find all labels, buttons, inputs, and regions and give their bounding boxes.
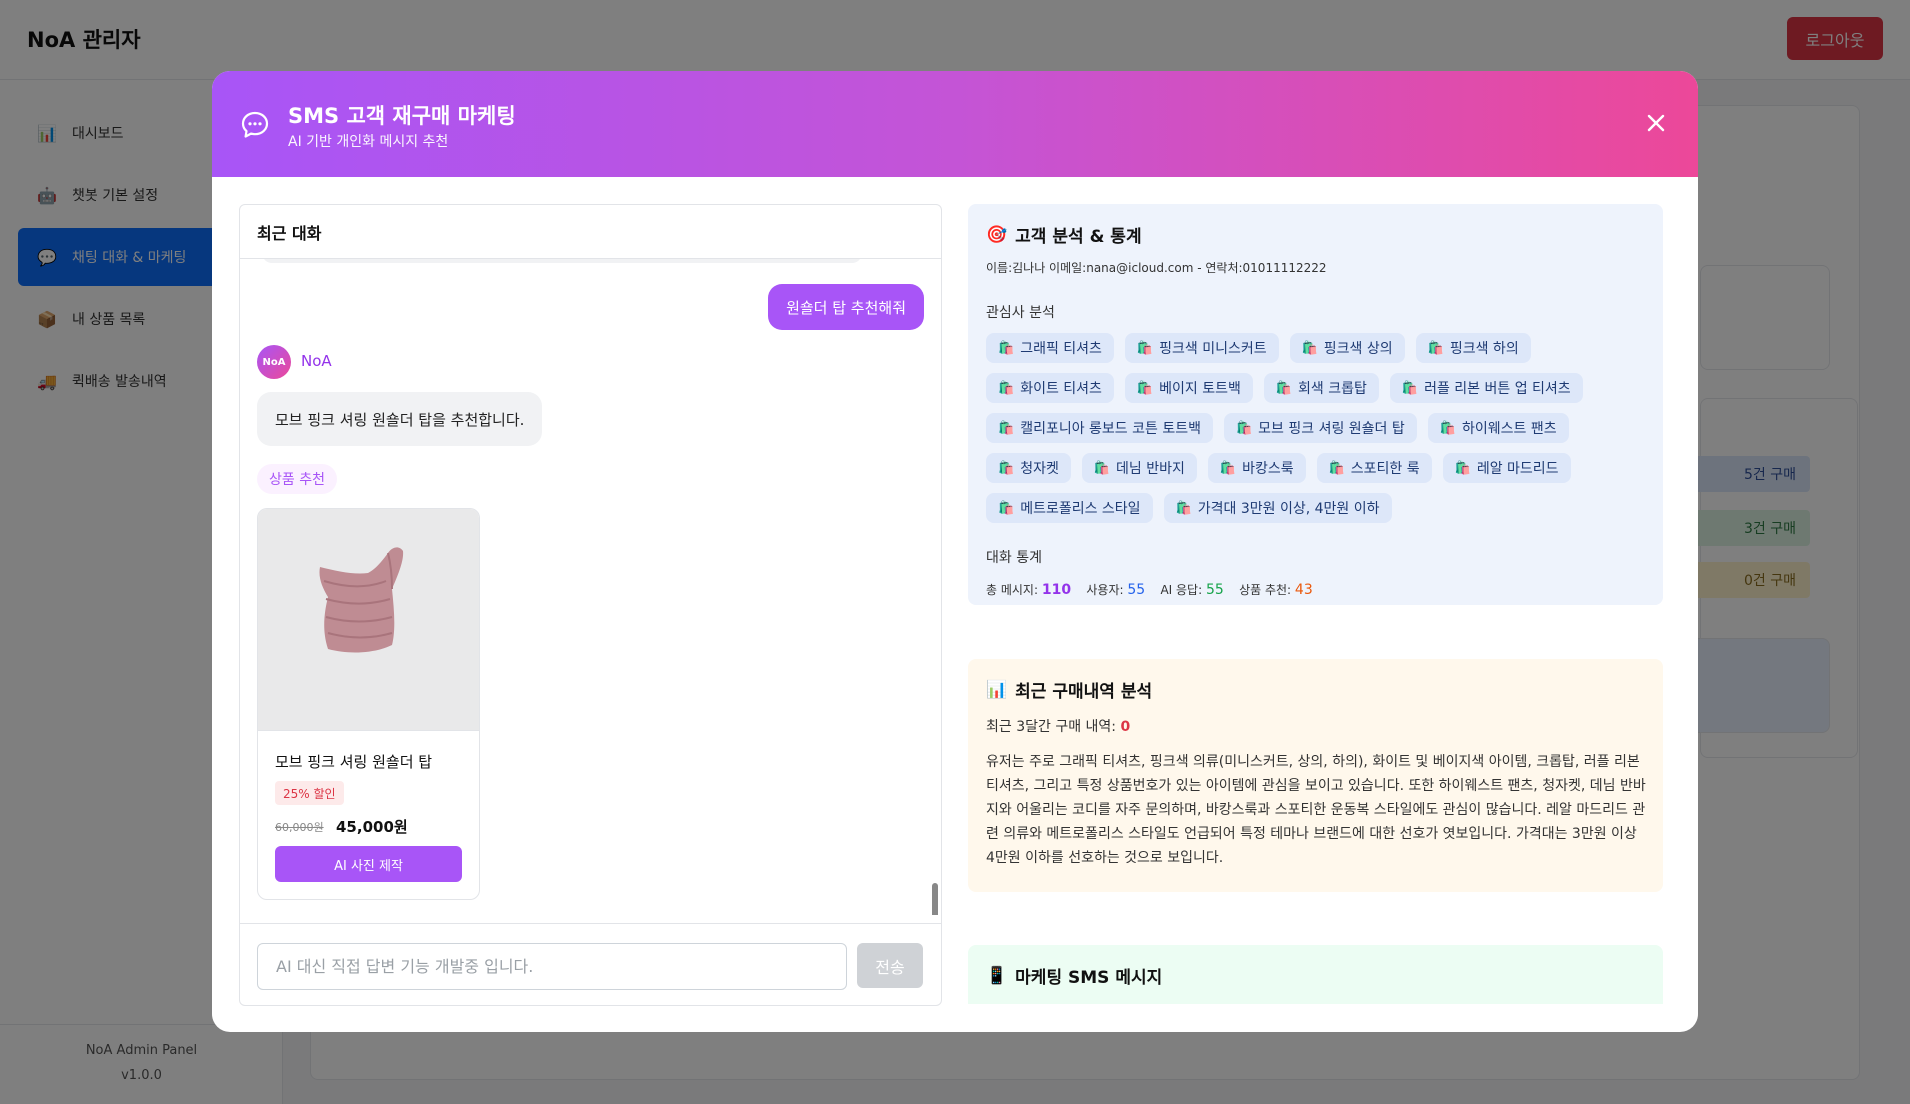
- recommend-tag: 상품 추천: [257, 464, 337, 494]
- bot-avatar: NoA: [257, 345, 291, 379]
- conversation-stats: 총 메시지: 110 사용자: 55 AI 응답: 55 상품 추천: 43: [986, 581, 1645, 598]
- interest-tag: 🛍️ 바캉스룩: [1207, 453, 1306, 483]
- shopping-bag-icon: 🛍️: [998, 380, 1015, 396]
- target-icon: 🎯: [986, 224, 1008, 245]
- bar-chart-icon: 📊: [986, 679, 1008, 700]
- interest-tag: 🛍️ 스포티한 룩: [1316, 453, 1432, 483]
- previous-message: [262, 259, 862, 263]
- shopping-bag-icon: 🛍️: [1136, 380, 1154, 396]
- analysis-title: 🎯 고객 분석 & 통계: [986, 222, 1645, 248]
- purchase-title: 📊 최근 구매내역 분석: [986, 677, 1645, 703]
- shopping-bag-icon: 🛍️: [1136, 340, 1154, 356]
- chat-panel: 최근 대화 원숄더 탑 추천해줘 NoA NoA 모브 핑크 셔링 원숄더 탑을…: [239, 204, 942, 1006]
- one-shoulder-top-image: [319, 547, 404, 653]
- chat-panel-title: 최근 대화: [240, 205, 941, 259]
- shopping-bag-icon: 🛍️: [1328, 460, 1345, 476]
- user-message: 원숄더 탑 추천해줘: [768, 284, 924, 330]
- shopping-bag-icon: 🛍️: [998, 500, 1015, 516]
- interest-tags: 🛍️ 그래픽 티셔츠 🛍️ 핑크색 미니스커트 🛍️ 핑크색 상의 🛍️ 핑크색 하의 …: [986, 333, 1626, 523]
- interest-tag: 🛍️ 베이지 토트백: [1124, 373, 1253, 403]
- purchase-analysis-card: 📊 최근 구매내역 분석 최근 3달간 구매 내역: 0 유저는 주로 그래픽 …: [968, 659, 1663, 892]
- modal-header: SMS 고객 재구매 마케팅 AI 기반 개인화 메시지 추천: [212, 71, 1698, 177]
- analysis-title-text: 고객 분석 & 통계: [1015, 227, 1142, 247]
- shopping-bag-icon: 🛍️: [1175, 500, 1192, 516]
- interest-tag: 🛍️ 회색 크롭탑: [1263, 373, 1379, 403]
- shopping-bag-icon: 🛍️: [1275, 380, 1293, 396]
- shopping-bag-icon: 🛍️: [1401, 380, 1419, 396]
- sms-title: 📱 마케팅 SMS 메시지: [986, 963, 1645, 989]
- chat-scrollbar[interactable]: [932, 883, 938, 915]
- shopping-bag-icon: 🛍️: [1301, 340, 1318, 356]
- interest-tag: 🛍️ 가격대 3만원 이상, 4만원 이하: [1163, 493, 1392, 523]
- stat-rec-label: 상품 추천:: [1239, 583, 1292, 597]
- stat-total-value: 110: [1041, 582, 1072, 598]
- stat-ai-label: AI 응답:: [1160, 583, 1203, 597]
- ai-photo-button[interactable]: AI 사진 제작: [275, 846, 462, 882]
- product-image: [258, 509, 479, 731]
- chat-input[interactable]: [257, 943, 847, 990]
- discount-badge: 25% 할인: [275, 781, 344, 805]
- stat-user-value: 55: [1127, 582, 1146, 598]
- marketing-sms-card: 📱 마케팅 SMS 메시지: [968, 945, 1663, 1004]
- purchase-title-text: 최근 구매내역 분석: [1015, 682, 1153, 702]
- shopping-bag-icon: 🛍️: [1427, 340, 1444, 356]
- stats-label: 대화 통계: [986, 550, 1042, 566]
- customer-analysis-card: 🎯 고객 분석 & 통계 이름:김나나 이메일:nana@icloud.com …: [968, 204, 1663, 605]
- shopping-bag-icon: 🛍️: [998, 460, 1015, 476]
- purchase-analysis-text: 유저는 주로 그래픽 티셔츠, 핑크색 의류(미니스커트, 상의, 하의), 화…: [986, 754, 1646, 866]
- shopping-bag-icon: 🛍️: [998, 340, 1015, 356]
- interest-tag: 🛍️ 그래픽 티셔츠: [986, 333, 1114, 363]
- shopping-bag-icon: 🛍️: [1454, 460, 1471, 476]
- interest-tag: 🛍️ 메트로폴리스 스타일: [986, 493, 1153, 523]
- shopping-bag-icon: 🛍️: [1093, 460, 1111, 476]
- interest-tag: 🛍️ 러플 리본 버튼 업 티셔츠: [1389, 373, 1583, 403]
- interest-tag: 🛍️ 캘리포니아 롱보드 코튼 토트백: [986, 413, 1213, 443]
- stat-rec-value: 43: [1294, 582, 1313, 598]
- sms-marketing-modal: SMS 고객 재구매 마케팅 AI 기반 개인화 메시지 추천 최근 대화 원숄…: [212, 71, 1698, 1032]
- sale-price: 45,000원: [336, 818, 408, 836]
- chat-messages[interactable]: 원숄더 탑 추천해줘 NoA NoA 모브 핑크 셔링 원숄더 탑을 추천합니다…: [240, 259, 941, 915]
- product-card[interactable]: 모브 핑크 셔링 원숄더 탑 25% 할인 60,000원 45,000원 AI…: [257, 508, 480, 900]
- interest-tag: 🛍️ 청자켓: [986, 453, 1071, 483]
- right-panel[interactable]: 🎯 고객 분석 & 통계 이름:김나나 이메일:nana@icloud.com …: [968, 204, 1663, 1004]
- interest-tag: 🛍️ 핑크색 하의: [1415, 333, 1531, 363]
- sms-title-text: 마케팅 SMS 메시지: [1015, 968, 1163, 988]
- original-price: 60,000원: [275, 821, 324, 834]
- shopping-bag-icon: 🛍️: [998, 420, 1015, 436]
- chat-input-area: 전송: [240, 923, 941, 1005]
- purchase-count: 최근 3달간 구매 내역: 0: [986, 716, 1645, 736]
- shopping-bag-icon: 🛍️: [1439, 420, 1456, 436]
- interest-tag: 🛍️ 핑크색 상의: [1289, 333, 1405, 363]
- interest-tag: 🛍️ 핑크색 미니스커트: [1124, 333, 1279, 363]
- modal-subtitle: AI 기반 개인화 메시지 추천: [288, 134, 449, 150]
- modal-title: SMS 고객 재구매 마케팅: [288, 104, 516, 128]
- customer-info: 이름:김나나 이메일:nana@icloud.com - 연락처:0101111…: [986, 261, 1327, 275]
- interest-tag: 🛍️ 모브 핑크 셔링 원숄더 탑: [1223, 413, 1417, 443]
- interest-tag: 🛍️ 화이트 티셔츠: [986, 373, 1114, 403]
- purchase-count-value: 0: [1120, 719, 1131, 735]
- bot-message: 모브 핑크 셔링 원숄더 탑을 추천합니다.: [257, 392, 543, 446]
- stat-user-label: 사용자:: [1086, 583, 1124, 597]
- stat-ai-value: 55: [1205, 582, 1224, 598]
- interest-tag: 🛍️ 하이웨스트 팬츠: [1427, 413, 1569, 443]
- shopping-bag-icon: 🛍️: [1219, 460, 1237, 476]
- product-name: 모브 핑크 셔링 원숄더 탑: [275, 753, 433, 771]
- bot-name: NoA: [301, 352, 332, 370]
- purchase-count-label: 최근 3달간 구매 내역:: [986, 719, 1117, 735]
- interest-tag: 🛍️ 레알 마드리드: [1442, 453, 1571, 483]
- close-icon[interactable]: [1644, 111, 1668, 135]
- interest-tag: 🛍️ 데님 반바지: [1081, 453, 1197, 483]
- interest-label: 관심사 분석: [986, 305, 1055, 321]
- chat-bubble-icon: [241, 111, 269, 138]
- phone-icon: 📱: [986, 965, 1008, 986]
- stat-total-label: 총 메시지:: [986, 583, 1039, 597]
- shopping-bag-icon: 🛍️: [1235, 420, 1253, 436]
- send-button[interactable]: 전송: [857, 943, 923, 988]
